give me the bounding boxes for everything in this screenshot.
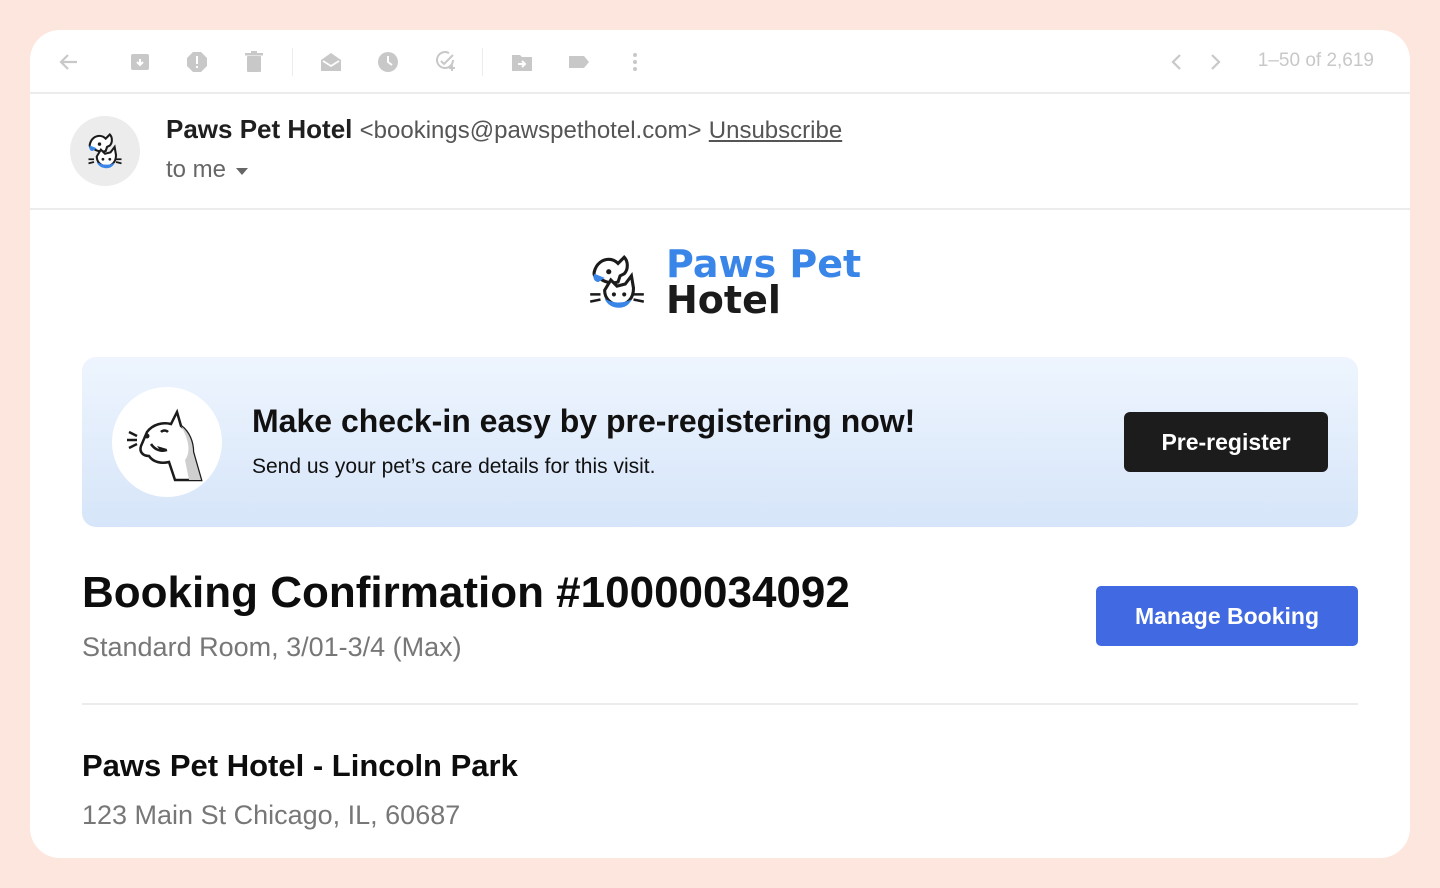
- back-arrow-icon[interactable]: [56, 49, 82, 75]
- brand-wordmark-line1: Paws Pet: [666, 242, 862, 286]
- more-vert-icon[interactable]: [622, 49, 648, 75]
- banner-title: Make check-in easy by pre-registering no…: [252, 403, 916, 439]
- unsubscribe-link[interactable]: Unsubscribe: [709, 117, 842, 144]
- report-spam-icon[interactable]: [184, 49, 210, 75]
- pagination-count: 1–50 of 2,619: [1257, 50, 1374, 71]
- mark-unread-icon[interactable]: [318, 49, 344, 75]
- sender-email: <bookings@pawspethotel.com>: [359, 117, 702, 144]
- caret-down-icon: [236, 168, 249, 175]
- sender-avatar[interactable]: [70, 116, 140, 186]
- email-header: Paws Pet Hotel <bookings@pawspethotel.co…: [30, 94, 1410, 210]
- happy-dog-illustration: [112, 387, 222, 497]
- trash-icon[interactable]: [241, 49, 267, 75]
- sender-name: Paws Pet Hotel: [166, 114, 353, 144]
- archive-icon[interactable]: [127, 49, 153, 75]
- snooze-clock-icon[interactable]: [375, 49, 401, 75]
- brand-wordmark-line2: Hotel: [666, 278, 781, 322]
- brand-wordmark: Paws Pet Hotel: [666, 242, 862, 322]
- recipient-label: to me: [166, 156, 227, 183]
- preregister-button[interactable]: Pre-register: [1124, 412, 1328, 472]
- move-to-icon[interactable]: [509, 49, 535, 75]
- recipient-toggle[interactable]: to me: [166, 156, 249, 184]
- manage-booking-button[interactable]: Manage Booking: [1096, 586, 1358, 646]
- booking-subtitle: Standard Room, 3/01-3/4 (Max): [82, 632, 462, 662]
- preregister-banner: Make check-in easy by pre-registering no…: [82, 357, 1358, 527]
- sender-line: Paws Pet Hotel <bookings@pawspethotel.co…: [166, 114, 842, 145]
- brand-logo: Paws Pet Hotel: [584, 242, 861, 322]
- dog-cat-logo-icon: [88, 133, 122, 169]
- happy-dog-icon: [127, 408, 203, 482]
- older-chevron-icon[interactable]: [1202, 49, 1228, 75]
- email-toolbar: 1–50 of 2,619: [30, 30, 1410, 94]
- newer-chevron-icon[interactable]: [1164, 49, 1190, 75]
- banner-subtitle: Send us your pet’s care details for this…: [252, 455, 656, 478]
- section-divider: [82, 703, 1358, 705]
- location-name: Paws Pet Hotel - Lincoln Park: [82, 748, 518, 783]
- booking-title: Booking Confirmation #10000034092: [82, 568, 850, 617]
- toolbar-divider: [482, 48, 483, 76]
- dog-cat-logo-icon: [589, 255, 645, 308]
- email-window: 1–50 of 2,619 Paws Pet Hotel <bookings@p…: [30, 30, 1410, 858]
- add-task-icon[interactable]: [432, 49, 458, 75]
- label-icon[interactable]: [566, 49, 592, 75]
- location-address: 123 Main St Chicago, IL, 60687: [82, 800, 461, 830]
- toolbar-divider: [292, 48, 293, 76]
